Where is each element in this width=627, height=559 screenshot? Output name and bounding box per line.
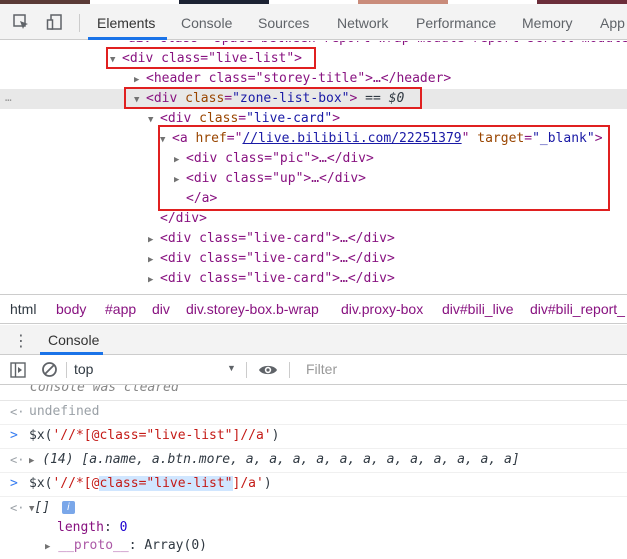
cmd1-xpath-string: '//*[@class="live-list"]//a': [52, 428, 272, 443]
result2-value: []: [34, 500, 51, 515]
node-actions-ellipsis-icon[interactable]: …: [5, 91, 13, 104]
console-result-1[interactable]: <· ▶ (14) [a.name, a.btn.more, a, a, a, …: [0, 449, 627, 473]
collapsed-triangle-icon[interactable]: ▶: [148, 270, 160, 290]
length-value: 0: [119, 520, 128, 535]
expand-triangle-icon[interactable]: ▶: [29, 456, 34, 466]
breadcrumb-app[interactable]: #app: [105, 301, 136, 317]
cmd1-suffix: ): [271, 428, 280, 443]
cmd2-suffix: ): [263, 476, 272, 491]
annotation-box-zone-list: [124, 87, 422, 109]
tree-node-header[interactable]: ▶ <header class="storey-title">…</header>: [134, 69, 451, 89]
div-close-tag: </div>: [160, 211, 207, 226]
breadcrumb-bili-live[interactable]: div#bili_live: [442, 301, 514, 317]
live-card-attr-value: "live-card": [246, 111, 333, 126]
inspect-element-icon[interactable]: [12, 13, 30, 31]
tab-console[interactable]: Console: [181, 15, 232, 31]
clear-console-icon[interactable]: [41, 361, 58, 381]
collapsed-triangle-icon[interactable]: ▶: [148, 250, 160, 270]
result-arrow-icon: <·: [10, 501, 25, 515]
tab-application[interactable]: App: [600, 15, 625, 31]
length-key: length: [57, 520, 104, 535]
tree-node-live-card-2[interactable]: ▶ <div class="live-card">…</div>: [148, 229, 395, 249]
expand-triangle-icon[interactable]: ▶: [45, 542, 50, 552]
context-selector[interactable]: top: [74, 361, 93, 377]
result1-count: (14): [42, 452, 74, 467]
drawer-menu-icon[interactable]: ⋮: [13, 331, 29, 351]
live-card-tag-name: div: [167, 111, 192, 126]
devtools-tab-bar: Elements Console Sources Network Perform…: [0, 4, 627, 40]
result-arrow-icon: <·: [10, 453, 25, 467]
toolbar-divider: [246, 362, 247, 378]
undefined-text: undefined: [29, 404, 100, 419]
active-tab-indicator: [88, 37, 167, 40]
cmd2-prefix: $x(: [29, 476, 53, 491]
console-drawer-header: ⋮ Console: [0, 325, 627, 355]
proto-key: __proto__: [58, 538, 129, 553]
elements-tree: ‹div class="space-between report-wrap-mo…: [0, 41, 627, 294]
console-toolbar: top ▼ Filter: [0, 355, 627, 385]
context-dropdown-chevron-icon[interactable]: ▼: [227, 363, 236, 373]
console-cleared-message: Console was cleared: [0, 385, 627, 401]
live-expression-eye-icon[interactable]: [258, 362, 278, 381]
tab-network[interactable]: Network: [337, 15, 388, 31]
breadcrumb-proxy-box[interactable]: div.proxy-box: [341, 301, 423, 317]
live-card-collapsed-tag: <div class="live-card">…</div>: [160, 231, 395, 246]
breadcrumb-body[interactable]: body: [56, 301, 86, 317]
tree-node-live-card-3[interactable]: ▶ <div class="live-card">…</div>: [148, 249, 395, 269]
tab-performance[interactable]: Performance: [416, 15, 496, 31]
annotation-box-live-list: [106, 47, 316, 69]
live-card-collapsed-tag: <div class="live-card">…</div>: [160, 251, 395, 266]
console-cleared-text: Console was cleared: [30, 385, 179, 395]
result1-items: [a.name, a.btn.more, a, a, a, a, a, a, a…: [81, 452, 520, 467]
console-input-2[interactable]: > $x('//*[@class="live-list"]/a'): [0, 473, 627, 497]
toolbar-divider: [79, 14, 80, 32]
breadcrumb-html[interactable]: html: [10, 301, 36, 317]
console-result-2-proto[interactable]: ▶ __proto__: Array(0): [0, 535, 627, 559]
proto-value: Array(0): [144, 538, 207, 553]
result-arrow-icon: <·: [10, 405, 25, 419]
collapsed-triangle-icon[interactable]: ▶: [148, 230, 160, 250]
breadcrumb: html body #app div div.storey-box.b-wrap…: [0, 294, 627, 324]
prompt-chevron-icon: >: [10, 428, 18, 443]
live-card-collapsed-tag: <div class="live-card">…</div>: [160, 271, 395, 286]
console-input-1[interactable]: > $x('//*[@class="live-list"]//a'): [0, 425, 627, 449]
tab-elements[interactable]: Elements: [97, 15, 155, 31]
prompt-chevron-icon: >: [10, 476, 18, 491]
breadcrumb-storey-box[interactable]: div.storey-box.b-wrap: [186, 301, 319, 317]
info-icon[interactable]: i: [61, 501, 75, 514]
sidebar-toggle-icon[interactable]: [10, 362, 26, 381]
cmd2-xpath-start: '//*[@: [52, 476, 100, 491]
toolbar-divider: [289, 362, 290, 378]
filter-input[interactable]: Filter: [306, 361, 337, 377]
annotation-box-anchor: [158, 125, 610, 211]
console-result-undefined: <· undefined: [0, 401, 627, 425]
toolbar-divider: [66, 362, 67, 378]
device-toolbar-icon[interactable]: [46, 13, 64, 31]
tree-node-live-card-close[interactable]: </div>: [160, 209, 207, 229]
header-tag: <header class="storey-title">…</header>: [146, 71, 452, 86]
tree-node-live-card-4[interactable]: ▶ <div class="live-card">…</div>: [148, 269, 395, 289]
drawer-tab-console[interactable]: Console: [48, 332, 99, 348]
tab-memory[interactable]: Memory: [522, 15, 573, 31]
cmd2-highlighted-text: class="live-list": [99, 476, 233, 491]
tab-sources[interactable]: Sources: [258, 15, 309, 31]
breadcrumb-bili-report[interactable]: div#bili_report_: [530, 301, 625, 317]
breadcrumb-div[interactable]: div: [152, 301, 170, 317]
console-output: Console was cleared <· undefined > $x('/…: [0, 385, 627, 559]
live-card-attr-name: class: [199, 111, 239, 126]
cmd2-xpath-end: ]/a': [232, 476, 264, 491]
cmd1-prefix: $x(: [29, 428, 53, 443]
